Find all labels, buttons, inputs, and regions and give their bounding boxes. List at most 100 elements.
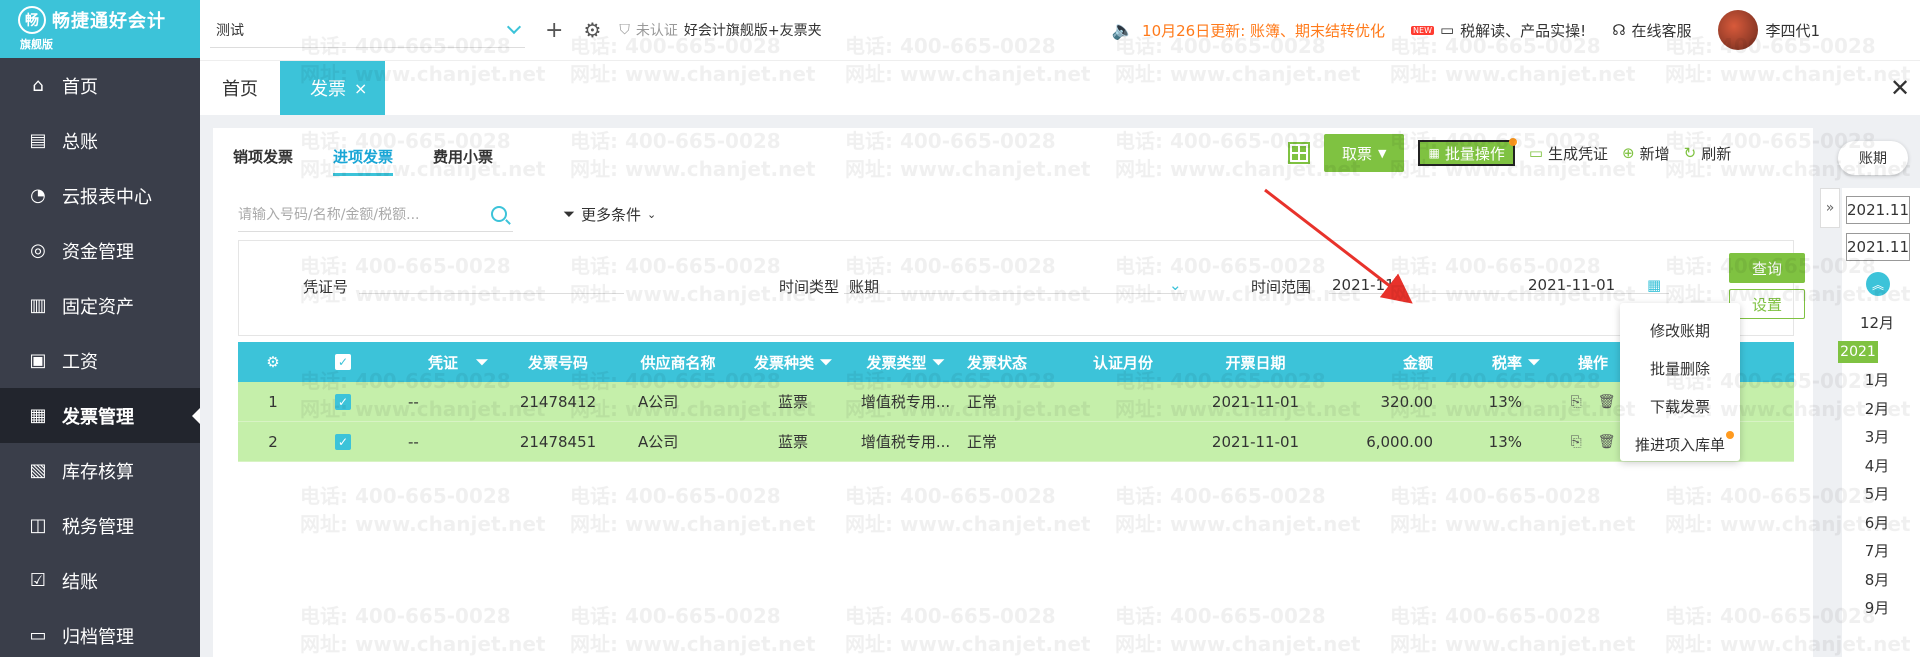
- account-name: 测试: [216, 22, 244, 39]
- batch-operation-button[interactable]: ▦ 批量操作: [1418, 138, 1517, 166]
- view-icon[interactable]: ⎘: [1571, 434, 1582, 450]
- month-item[interactable]: 2月: [1842, 398, 1912, 419]
- time-type-select[interactable]: [844, 293, 1184, 294]
- trash-icon[interactable]: 🗑: [1598, 434, 1616, 450]
- range-end-input[interactable]: 2021-11-01: [1528, 276, 1615, 294]
- select-all-checkbox[interactable]: ✓: [308, 342, 378, 382]
- query-button[interactable]: 查询: [1729, 253, 1805, 283]
- table-row[interactable]: 1 ✓ -- 21478412 A公司 蓝票 增值税专用... 正常 2021-11-01 320…: [238, 382, 1794, 422]
- calendar-icon[interactable]: ▦: [1647, 276, 1661, 294]
- video-icon: ▭: [1439, 21, 1455, 39]
- view-icon[interactable]: ⎘: [1571, 394, 1582, 410]
- menu-item-batch-delete[interactable]: 批量删除: [1620, 349, 1740, 387]
- avatar[interactable]: [1717, 10, 1758, 50]
- period-start-box[interactable]: 2021.11: [1846, 196, 1910, 224]
- cert-info: ⛉ 未认证 好会计旗舰版+友票夹: [619, 20, 821, 40]
- support-text: 在线客服: [1631, 21, 1692, 40]
- support-link[interactable]: ☊ 在线客服: [1612, 20, 1691, 41]
- header-cert-month: 认证月份: [1092, 353, 1153, 372]
- warehouse-icon: ▧: [29, 460, 47, 481]
- cell-supplier: A公司: [638, 393, 679, 411]
- month-item[interactable]: 9月: [1842, 597, 1912, 618]
- menu-item-modify-period[interactable]: 修改账期: [1620, 311, 1740, 349]
- month-item[interactable]: 8月: [1842, 569, 1912, 590]
- cell-voucher: --: [408, 432, 419, 451]
- settings-icon[interactable]: ⚙: [238, 342, 308, 382]
- search-input[interactable]: 请输入号码/名称/金额/税额...: [238, 196, 513, 232]
- month-item[interactable]: 1月: [1842, 369, 1912, 390]
- update-notice[interactable]: 🔈 10月26日更新: 账簿、期末结转优化: [1112, 20, 1385, 41]
- sidebar-item-label: 结账: [62, 571, 98, 593]
- period-tag[interactable]: 账期: [1838, 141, 1908, 175]
- month-item[interactable]: 6月: [1842, 512, 1912, 533]
- main-panel: 销项发票 进项发票 费用小票 取票 ▼ ▦ 批量操作 ▭ 生成凭证 ⊕ 新增 ↻…: [213, 128, 1813, 657]
- tab-sales-invoice[interactable]: 销项发票: [233, 128, 293, 184]
- period-end-box[interactable]: 2021.11: [1846, 233, 1910, 261]
- time-range-line: [1329, 293, 1669, 294]
- sidebar-item-1[interactable]: ▤ 总账: [0, 113, 200, 168]
- chevron-up-icon[interactable]: ︽: [1866, 272, 1890, 296]
- generate-voucher-button[interactable]: ▭ 生成凭证: [1529, 143, 1608, 164]
- chevron-down-icon[interactable]: ⌄: [1169, 276, 1182, 294]
- month-item[interactable]: 5月: [1842, 483, 1912, 504]
- close-icon[interactable]: ×: [354, 79, 367, 98]
- sidebar-item-label: 发票管理: [62, 406, 134, 428]
- filter-icon[interactable]: ⏷: [933, 353, 945, 371]
- refresh-button[interactable]: ↻ 刷新: [1684, 143, 1732, 164]
- batch-operation-menu: 修改账期 批量删除 下载发票 推进项入库单: [1620, 303, 1740, 461]
- add-icon[interactable]: +: [545, 18, 563, 43]
- user-name[interactable]: 李四代1: [1766, 20, 1821, 41]
- cell-cert_month: [1053, 382, 1193, 421]
- month-item[interactable]: 7月: [1842, 540, 1912, 561]
- tab-home[interactable]: 首页: [200, 61, 280, 115]
- chart-icon: ◔: [30, 185, 46, 206]
- month-item[interactable]: 3月: [1842, 426, 1912, 447]
- sidebar-item-9[interactable]: ☑ 结账: [0, 553, 200, 608]
- sidebar-item-label: 云报表中心: [62, 186, 152, 208]
- ledger-icon: ▤: [29, 130, 47, 151]
- tab-purchase-invoice[interactable]: 进项发票: [333, 128, 394, 184]
- sidebar-item-10[interactable]: ▭ 归档管理: [0, 608, 200, 657]
- close-all-icon[interactable]: ✕: [1880, 61, 1920, 115]
- month-item[interactable]: 4月: [1842, 455, 1912, 476]
- account-select[interactable]: 测试: [210, 12, 525, 48]
- menu-item-download-invoice[interactable]: 下载发票: [1620, 387, 1740, 425]
- tab-invoice[interactable]: 发票 ×: [280, 61, 386, 115]
- sidebar-item-4[interactable]: ▥ 固定资产: [0, 278, 200, 333]
- table-row[interactable]: 2 ✓ -- 21478451 A公司 蓝票 增值税专用... 正常 2021-11-01 6,0…: [238, 422, 1794, 462]
- more-conditions-button[interactable]: ⏷ 更多条件 ⌄: [563, 204, 656, 225]
- sidebar-item-5[interactable]: ▣ 工资: [0, 333, 200, 388]
- take-invoice-button[interactable]: 取票 ▼: [1324, 134, 1405, 172]
- cell-voucher: --: [408, 392, 419, 411]
- setting-button[interactable]: 设置: [1729, 289, 1805, 319]
- row-checkbox[interactable]: ✓: [308, 422, 378, 461]
- trash-icon[interactable]: 🗑: [1598, 394, 1616, 410]
- sidebar-item-7[interactable]: ▧ 库存核算: [0, 443, 200, 498]
- menu-item-push-inbound[interactable]: 推进项入库单: [1620, 425, 1740, 463]
- filter-icon[interactable]: ⏷: [476, 353, 488, 371]
- month-item[interactable]: 12月: [1842, 312, 1912, 333]
- toolbar: 取票 ▼ ▦ 批量操作 ▭ 生成凭证 ⊕ 新增 ↻ 刷新: [1288, 134, 1731, 172]
- sidebar-item-6[interactable]: ▦ 发票管理: [0, 388, 200, 443]
- double-chevron-right-icon[interactable]: »: [1820, 188, 1840, 228]
- year-tag[interactable]: 2021: [1838, 340, 1878, 363]
- voucher-field[interactable]: [359, 293, 624, 294]
- gear-icon[interactable]: ⚙: [583, 18, 601, 42]
- check-icon: ✓: [335, 354, 351, 370]
- tab-expense-receipt[interactable]: 费用小票: [433, 128, 493, 184]
- filter-icon[interactable]: ⏷: [820, 353, 832, 371]
- search-icon[interactable]: [491, 205, 507, 222]
- cert-status[interactable]: 未认证: [636, 20, 678, 40]
- filter-icon[interactable]: ⏷: [1528, 342, 1548, 382]
- range-start-input[interactable]: 2021-11-01: [1332, 276, 1392, 294]
- sidebar-item-2[interactable]: ◔ 云报表中心: [0, 168, 200, 223]
- add-button[interactable]: ⊕ 新增: [1622, 143, 1670, 164]
- row-checkbox[interactable]: ✓: [308, 382, 378, 421]
- qrcode-icon[interactable]: [1288, 142, 1310, 164]
- video-link[interactable]: NEW ▭ 税解读、产品实操!: [1411, 20, 1586, 41]
- sidebar-item-3[interactable]: ◎ 资金管理: [0, 223, 200, 278]
- header-type: 发票类型 ⏷: [848, 342, 963, 382]
- sidebar-item-0[interactable]: ⌂ 首页: [0, 58, 200, 113]
- sidebar-item-8[interactable]: ◫ 税务管理: [0, 498, 200, 553]
